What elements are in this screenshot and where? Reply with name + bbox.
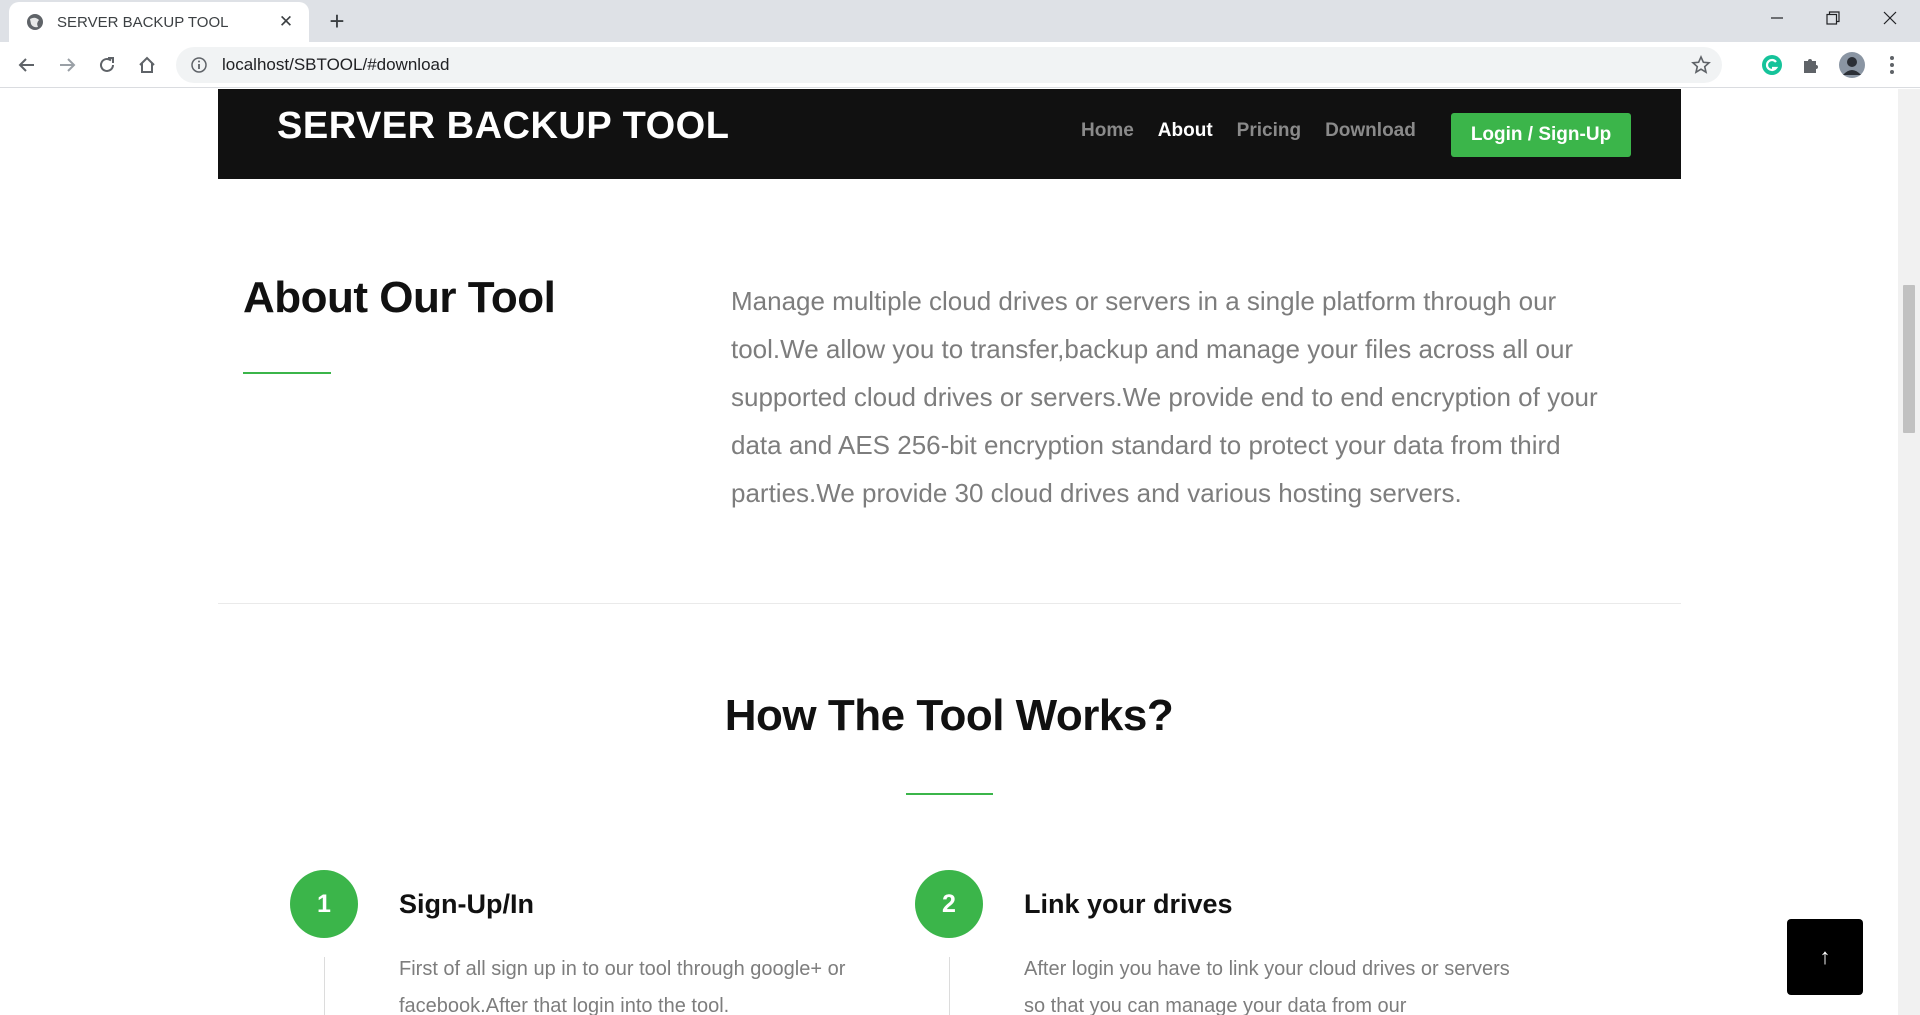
brand-logo[interactable]: SERVER BACKUP TOOL xyxy=(277,105,729,148)
grammarly-icon[interactable] xyxy=(1758,51,1786,79)
main-nav: Home About Pricing Download xyxy=(1081,120,1416,142)
close-icon[interactable]: ✕ xyxy=(275,11,297,33)
step-1-desc: First of all sign up in to our tool thro… xyxy=(399,958,846,1015)
star-icon[interactable] xyxy=(1690,54,1712,76)
about-text: Manage multiple cloud drives or servers … xyxy=(731,286,1598,508)
page-viewport: SERVER BACKUP TOOL Home About Pricing Do… xyxy=(0,89,1898,1015)
window-close-icon[interactable] xyxy=(1862,0,1918,36)
section-divider xyxy=(218,603,1681,604)
browser-toolbar: localhost/SBTOOL/#download xyxy=(0,42,1920,88)
url-text: localhost/SBTOOL/#download xyxy=(222,55,450,74)
step-2-desc: After login you have to link your cloud … xyxy=(1024,958,1510,1015)
restore-icon[interactable] xyxy=(1805,0,1861,36)
reload-icon[interactable] xyxy=(91,49,123,81)
nav-home[interactable]: Home xyxy=(1081,120,1134,142)
scroll-to-top-button[interactable]: ↑ xyxy=(1787,919,1863,995)
tab-title: SERVER BACKUP TOOL xyxy=(57,13,229,31)
home-icon[interactable] xyxy=(131,49,163,81)
extensions-icon[interactable] xyxy=(1797,51,1825,79)
how-title-underline xyxy=(906,793,993,795)
how-title: How The Tool Works? xyxy=(724,691,1174,740)
site-header: SERVER BACKUP TOOL Home About Pricing Do… xyxy=(218,89,1681,179)
globe-icon xyxy=(25,12,45,32)
arrow-up-icon: ↑ xyxy=(1819,944,1831,969)
login-signup-button[interactable]: Login / Sign-Up xyxy=(1451,113,1631,157)
step-1-title: Sign-Up/In xyxy=(399,889,534,919)
forward-icon[interactable] xyxy=(51,49,83,81)
menu-icon[interactable] xyxy=(1878,51,1906,79)
step-1-connector xyxy=(324,957,325,1015)
plus-icon[interactable]: + xyxy=(322,6,352,36)
step-2-connector xyxy=(949,957,950,1015)
nav-about[interactable]: About xyxy=(1158,120,1213,142)
nav-pricing[interactable]: Pricing xyxy=(1237,120,1301,142)
about-title: About Our Tool xyxy=(243,273,556,322)
address-bar[interactable]: localhost/SBTOOL/#download xyxy=(176,47,1722,83)
profile-avatar[interactable] xyxy=(1838,51,1866,79)
browser-tab-strip: SERVER BACKUP TOOL ✕ + xyxy=(0,0,1920,42)
scrollbar-thumb[interactable] xyxy=(1903,285,1915,433)
step-2-title: Link your drives xyxy=(1024,889,1233,919)
about-title-underline xyxy=(243,372,331,374)
step-2-number: 2 xyxy=(915,870,983,938)
info-icon[interactable] xyxy=(190,56,208,74)
browser-tab[interactable]: SERVER BACKUP TOOL ✕ xyxy=(9,2,309,42)
back-icon[interactable] xyxy=(11,49,43,81)
nav-download[interactable]: Download xyxy=(1325,120,1416,142)
page-scrollbar[interactable] xyxy=(1898,89,1920,1015)
step-1-number: 1 xyxy=(290,870,358,938)
minimize-icon[interactable] xyxy=(1749,0,1805,36)
